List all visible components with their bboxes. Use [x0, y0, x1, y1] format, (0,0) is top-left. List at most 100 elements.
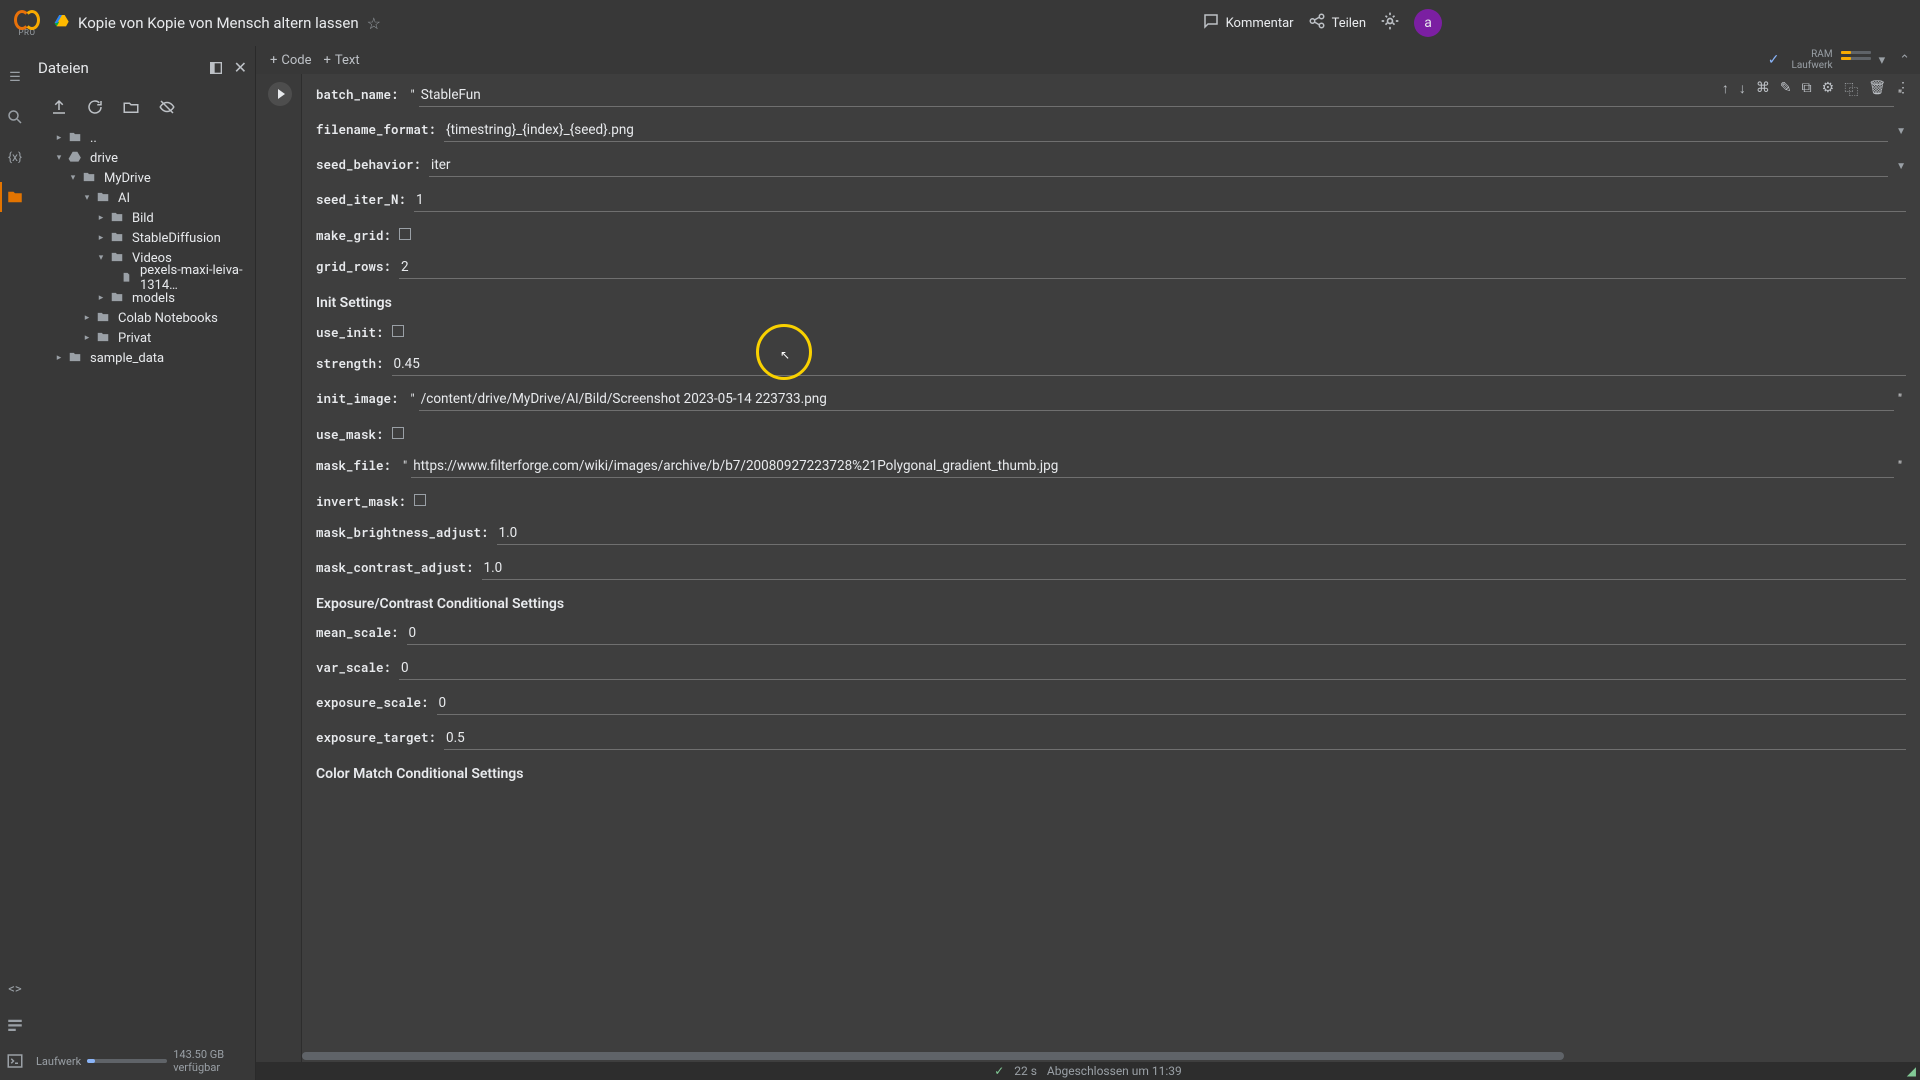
copy-icon[interactable]: ⿻	[1844, 80, 1858, 100]
ram-bars[interactable]	[1841, 51, 1871, 69]
folder-icon	[96, 330, 110, 347]
panel-popout-icon[interactable]	[208, 58, 224, 78]
grid_rows-input[interactable]	[399, 256, 1906, 279]
form-row-grid_rows: grid_rows:	[302, 250, 1920, 285]
make_grid-checkbox[interactable]	[399, 228, 411, 240]
gear-icon[interactable]: ⚙	[1822, 80, 1835, 100]
tree-item[interactable]: pexels-maxi-leiva-1314…	[36, 268, 245, 288]
cell: ↑ ↓ ⌘ ✎ ⧉ ⚙ ⿻ 🗑 ⋮ batch_name:""filename_…	[256, 74, 1920, 1062]
star-icon[interactable]: ☆	[367, 14, 381, 33]
tree-item[interactable]: ▸..	[36, 128, 245, 148]
panel-close-icon[interactable]: ✕	[234, 58, 247, 78]
move-down-icon[interactable]: ↓	[1739, 80, 1746, 100]
use_init-checkbox[interactable]	[392, 325, 404, 337]
mask_file-input[interactable]	[411, 455, 1894, 478]
file-panel: Dateien ✕ ▸..▾drive▾MyDrive▾AI▸Bild▸Stab…	[30, 46, 256, 1080]
folder-icon	[68, 130, 82, 147]
seed_behavior-input[interactable]	[429, 154, 1888, 177]
link-icon[interactable]: ⌘	[1756, 80, 1770, 100]
var_scale-input[interactable]	[399, 657, 1906, 680]
strength-input[interactable]	[392, 353, 1906, 376]
cell-toolbar: ↑ ↓ ⌘ ✎ ⧉ ⚙ ⿻ 🗑 ⋮	[1722, 80, 1910, 100]
form-label: filename_format:	[316, 122, 444, 138]
form-row-use_init: use_init:	[302, 315, 1920, 347]
tree-item-label: Bild	[132, 211, 154, 226]
code-snippets-icon[interactable]: <>	[6, 980, 24, 998]
use_mask-checkbox[interactable]	[392, 427, 404, 439]
tree-item[interactable]: ▾MyDrive	[36, 168, 245, 188]
delete-icon[interactable]: 🗑	[1868, 80, 1886, 100]
dropdown-icon[interactable]: ▼	[1888, 126, 1906, 137]
section-heading: Exposure/Contrast Conditional Settings	[302, 586, 1920, 616]
mirror-icon[interactable]: ⧉	[1802, 80, 1812, 100]
file-icon	[121, 271, 131, 285]
form-label: strength:	[316, 356, 392, 372]
settings-icon[interactable]	[1380, 11, 1400, 35]
mean_scale-input[interactable]	[407, 622, 1906, 645]
exposure_target-input[interactable]	[444, 727, 1906, 750]
form-row-init_image: init_image:""	[302, 382, 1920, 417]
h-scrollbar[interactable]	[302, 1052, 1920, 1060]
tree-item[interactable]: ▾drive	[36, 148, 245, 168]
form-label: mask_brightness_adjust:	[316, 525, 497, 541]
tree-item[interactable]: ▾AI	[36, 188, 245, 208]
form-row-mean_scale: mean_scale:	[302, 616, 1920, 651]
batch_name-input[interactable]	[419, 84, 1894, 107]
tree-item-label: MyDrive	[104, 171, 151, 186]
tree-item[interactable]: ▸Bild	[36, 208, 245, 228]
variables-icon[interactable]: {x}	[6, 148, 24, 166]
file-tree[interactable]: ▸..▾drive▾MyDrive▾AI▸Bild▸StableDiffusio…	[36, 128, 249, 368]
filename_format-input[interactable]	[444, 119, 1888, 142]
ram-dropdown-icon[interactable]: ▾	[1879, 53, 1886, 68]
terminal-icon[interactable]	[6, 1052, 24, 1070]
insert-bar: +Code +Text ✓ RAMLaufwerk ▾ ⌃	[256, 46, 1920, 74]
drive-icon	[54, 13, 70, 33]
share-button[interactable]: Teilen	[1308, 12, 1366, 34]
insert-text-button[interactable]: +Text	[324, 53, 360, 68]
expand-icon[interactable]: ⌃	[1899, 53, 1910, 68]
refresh-icon[interactable]	[86, 96, 104, 118]
disk-usage: Laufwerk 143.50 GB verfügbar	[36, 1048, 249, 1074]
more-icon[interactable]: ⋮	[1896, 80, 1910, 100]
form-label: make_grid:	[316, 228, 399, 244]
files-icon[interactable]	[6, 188, 24, 206]
dropdown-icon[interactable]: ▼	[1888, 161, 1906, 172]
tree-item[interactable]: ▸Privat	[36, 328, 245, 348]
invert_mask-checkbox[interactable]	[414, 494, 426, 506]
toc-icon[interactable]: ☰	[6, 68, 24, 86]
comment-button[interactable]: Kommentar	[1202, 12, 1294, 34]
init_image-input[interactable]	[419, 388, 1894, 411]
form-row-make_grid: make_grid:	[302, 218, 1920, 250]
form-label: use_init:	[316, 325, 392, 341]
form-row-exposure_target: exposure_target:	[302, 721, 1920, 756]
folder-icon	[96, 310, 110, 327]
upload-icon[interactable]	[50, 96, 68, 118]
colab-logo[interactable]: PRO	[14, 10, 40, 37]
form-label: mask_file:	[316, 458, 399, 474]
move-up-icon[interactable]: ↑	[1722, 80, 1729, 100]
form-label: invert_mask:	[316, 494, 414, 510]
edit-icon[interactable]: ✎	[1780, 80, 1792, 100]
form-label: init_image:	[316, 391, 407, 407]
insert-code-button[interactable]: +Code	[270, 53, 312, 68]
run-button[interactable]	[268, 82, 292, 106]
ram-label: RAMLaufwerk	[1791, 49, 1832, 71]
exposure_scale-input[interactable]	[437, 692, 1906, 715]
status-check-icon: ✓	[994, 1064, 1004, 1078]
tree-item[interactable]: ▸sample_data	[36, 348, 245, 368]
mount-drive-icon[interactable]	[122, 96, 140, 118]
hide-icon[interactable]	[158, 96, 176, 118]
tree-item[interactable]: ▸Colab Notebooks	[36, 308, 245, 328]
seed_iter_N-input[interactable]	[414, 189, 1906, 212]
search-icon[interactable]	[6, 108, 24, 126]
mask_contrast_adjust-input[interactable]	[482, 557, 1906, 580]
mask_brightness_adjust-input[interactable]	[497, 522, 1906, 545]
tree-item[interactable]: ▸StableDiffusion	[36, 228, 245, 248]
form-row-seed_iter_N: seed_iter_N:	[302, 183, 1920, 218]
notebook-title[interactable]: Kopie von Kopie von Mensch altern lassen	[78, 14, 359, 32]
folder-icon	[110, 290, 124, 307]
form-row-exposure_scale: exposure_scale:	[302, 686, 1920, 721]
command-palette-icon[interactable]	[6, 1016, 24, 1034]
avatar[interactable]: a	[1414, 9, 1442, 37]
left-rail: ☰ {x} <>	[0, 46, 30, 1080]
